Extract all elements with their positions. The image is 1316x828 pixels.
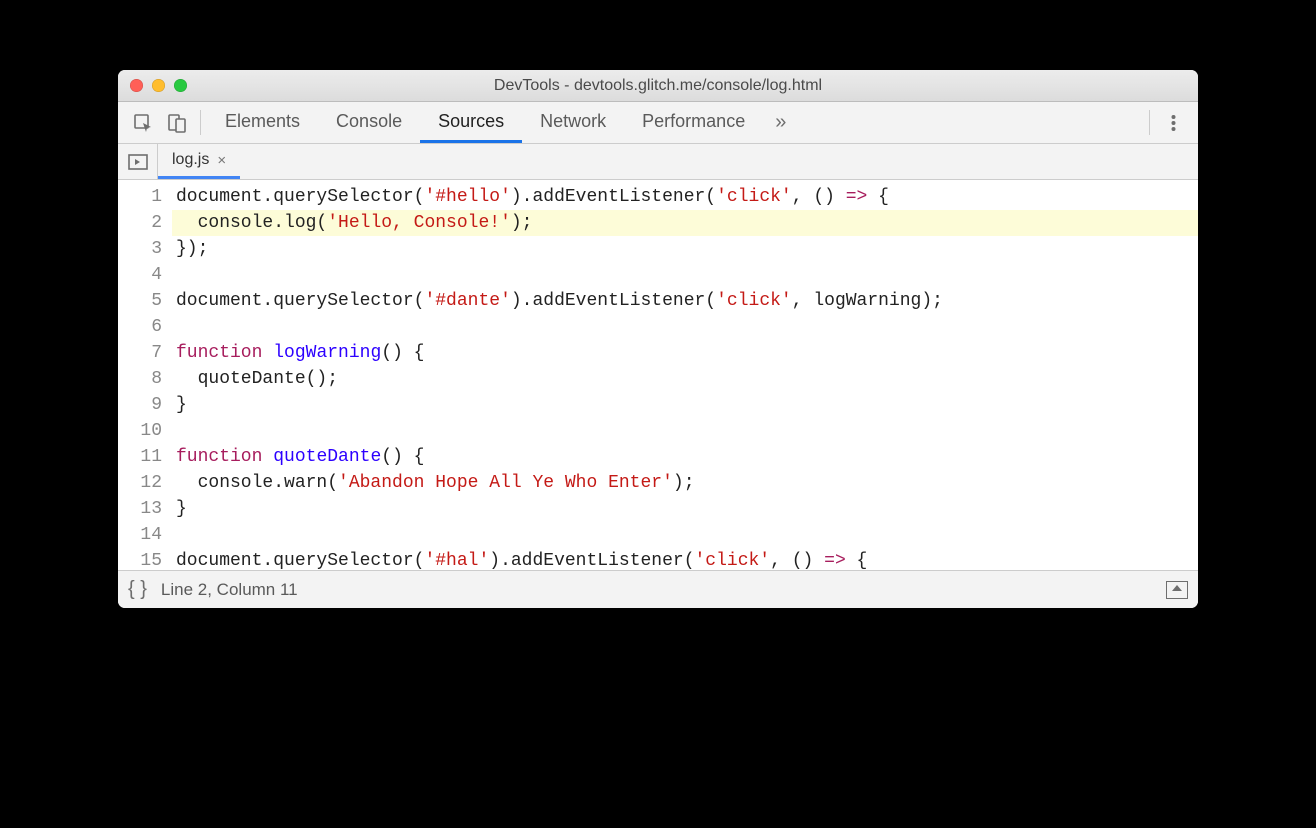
panel-tabstrip: ElementsConsoleSourcesNetworkPerformance… xyxy=(118,102,1198,144)
devtools-window: DevTools - devtools.glitch.me/console/lo… xyxy=(118,70,1198,608)
code-line[interactable]: console.warn('Abandon Hope All Ye Who En… xyxy=(172,470,1198,496)
code-line[interactable]: } xyxy=(172,392,1198,418)
line-number[interactable]: 12 xyxy=(118,470,162,496)
code-line[interactable] xyxy=(172,522,1198,548)
code-line[interactable] xyxy=(172,262,1198,288)
window-close-button[interactable] xyxy=(130,79,143,92)
editor-statusbar: { } Line 2, Column 11 xyxy=(118,570,1198,608)
separator xyxy=(200,110,201,135)
code-line[interactable] xyxy=(172,314,1198,340)
device-toolbar-button[interactable] xyxy=(160,102,194,143)
code-line[interactable]: function logWarning() { xyxy=(172,340,1198,366)
close-tab-button[interactable]: × xyxy=(217,152,226,169)
panel-tab-network[interactable]: Network xyxy=(522,102,624,143)
traffic-lights xyxy=(118,79,187,92)
line-number[interactable]: 13 xyxy=(118,496,162,522)
line-number[interactable]: 8 xyxy=(118,366,162,392)
panel-tab-console[interactable]: Console xyxy=(318,102,420,143)
line-number[interactable]: 7 xyxy=(118,340,162,366)
chevron-right-double-icon: » xyxy=(775,111,786,134)
code-line[interactable]: }); xyxy=(172,236,1198,262)
line-number[interactable]: 11 xyxy=(118,444,162,470)
window-titlebar: DevTools - devtools.glitch.me/console/lo… xyxy=(118,70,1198,102)
toggle-drawer-button[interactable] xyxy=(1166,581,1188,599)
line-number-gutter[interactable]: 123456789101112131415 xyxy=(118,180,172,570)
kebab-menu-button[interactable] xyxy=(1156,102,1190,143)
tabs-overflow-button[interactable]: » xyxy=(763,102,798,143)
file-tab-log-js[interactable]: log.js × xyxy=(158,144,240,179)
separator xyxy=(1149,110,1150,135)
inspect-element-button[interactable] xyxy=(126,102,160,143)
window-title: DevTools - devtools.glitch.me/console/lo… xyxy=(118,77,1198,95)
line-number[interactable]: 2 xyxy=(118,210,162,236)
window-minimize-button[interactable] xyxy=(152,79,165,92)
code-area[interactable]: document.querySelector('#hello').addEven… xyxy=(172,180,1198,570)
window-zoom-button[interactable] xyxy=(174,79,187,92)
line-number[interactable]: 5 xyxy=(118,288,162,314)
panel-tab-elements[interactable]: Elements xyxy=(207,102,318,143)
source-editor[interactable]: 123456789101112131415 document.querySele… xyxy=(118,180,1198,570)
code-line[interactable]: document.querySelector('#dante').addEven… xyxy=(172,288,1198,314)
file-tab-label: log.js xyxy=(172,151,209,169)
panel-tab-sources[interactable]: Sources xyxy=(420,102,522,143)
line-number[interactable]: 1 xyxy=(118,184,162,210)
code-line[interactable] xyxy=(172,418,1198,444)
panel-tab-performance[interactable]: Performance xyxy=(624,102,763,143)
code-line[interactable]: document.querySelector('#hal').addEventL… xyxy=(172,548,1198,570)
line-number[interactable]: 15 xyxy=(118,548,162,570)
line-number[interactable]: 3 xyxy=(118,236,162,262)
line-number[interactable]: 14 xyxy=(118,522,162,548)
sources-file-tabbar: log.js × xyxy=(118,144,1198,180)
pretty-print-button[interactable]: { } xyxy=(128,578,147,601)
code-line[interactable]: quoteDante(); xyxy=(172,366,1198,392)
line-number[interactable]: 10 xyxy=(118,418,162,444)
code-line[interactable]: console.log('Hello, Console!'); xyxy=(172,210,1198,236)
code-line[interactable]: } xyxy=(172,496,1198,522)
show-navigator-button[interactable] xyxy=(118,144,158,179)
cursor-position: Line 2, Column 11 xyxy=(161,580,298,600)
code-line[interactable]: document.querySelector('#hello').addEven… xyxy=(172,184,1198,210)
line-number[interactable]: 4 xyxy=(118,262,162,288)
code-line[interactable]: function quoteDante() { xyxy=(172,444,1198,470)
line-number[interactable]: 6 xyxy=(118,314,162,340)
line-number[interactable]: 9 xyxy=(118,392,162,418)
